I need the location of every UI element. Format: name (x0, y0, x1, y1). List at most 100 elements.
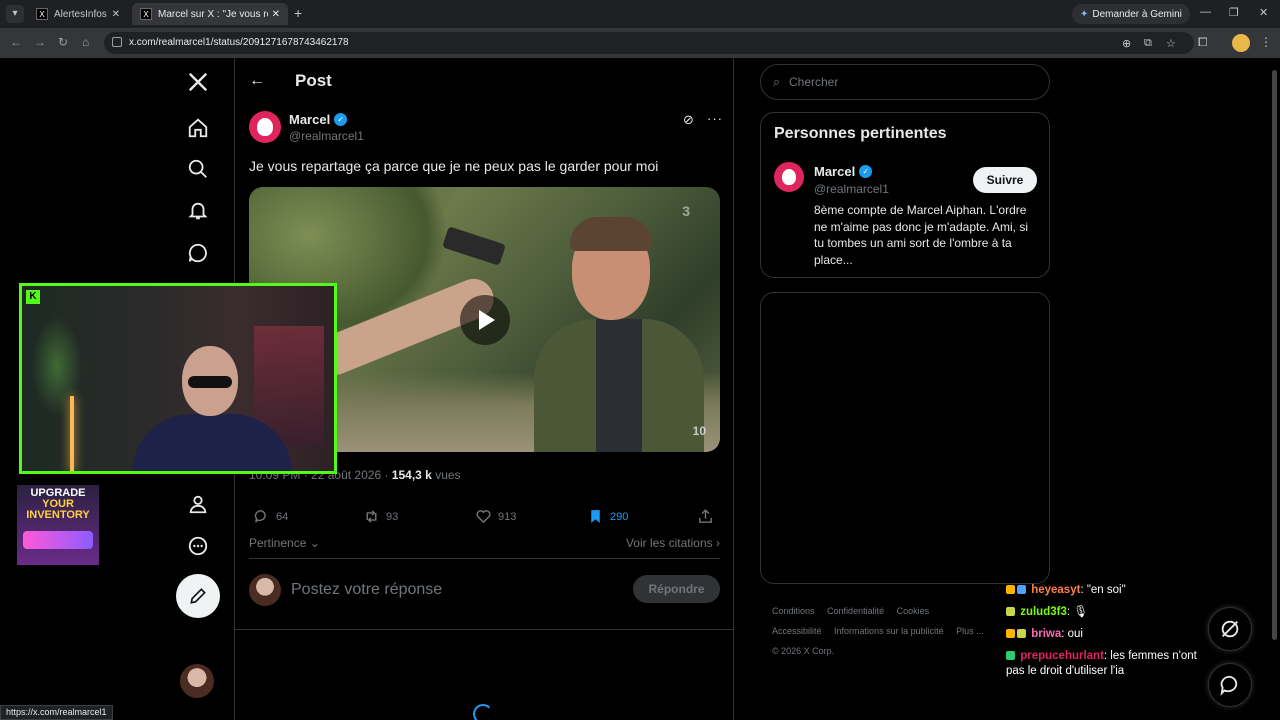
author-avatar[interactable] (249, 111, 281, 143)
footer-link[interactable]: Plus ... (956, 626, 984, 636)
tab-title: Marcel sur X : "Je vous repartag (158, 8, 268, 20)
repost-icon (366, 510, 377, 523)
post-more-icon[interactable]: ··· (707, 111, 723, 126)
person-avatar[interactable] (774, 162, 804, 192)
promo-banner: UPGRADE YOUR INVENTORY (17, 485, 99, 565)
address-bar[interactable]: x.com/realmarcel1/status/209127167874346… (104, 32, 1194, 54)
tab-search-button[interactable]: ▾ (6, 5, 24, 23)
sort-dropdown[interactable]: Pertinence ⌄ (249, 536, 320, 550)
x-favicon-icon: X (140, 8, 152, 20)
account-avatar[interactable] (180, 664, 214, 698)
post-actions: 64 93 913 290 (249, 508, 720, 528)
back-icon[interactable]: ← (10, 35, 22, 49)
author-name-text: Marcel (289, 112, 331, 127)
forward-icon[interactable]: → (34, 35, 46, 49)
site-info-icon[interactable] (112, 37, 122, 47)
chat-username: prepucehurlant (1020, 650, 1104, 662)
footer-link[interactable]: Confidentialité (827, 606, 884, 616)
sidebar-footer: Conditions Confidentialité Cookies Acces… (772, 601, 1022, 661)
notifications-icon[interactable] (182, 195, 214, 227)
chrome-menu-icon[interactable]: ⋮ (1260, 35, 1272, 49)
grok-floating-button[interactable] (1208, 607, 1252, 651)
chat-message: heyeasyt: "en soi" (1006, 583, 1206, 598)
status-url: https://x.com/realmarcel1 (0, 705, 113, 720)
like-action[interactable]: 913 (475, 508, 516, 525)
share-action[interactable] (697, 508, 714, 525)
chat-badge-icon (1017, 585, 1026, 594)
extensions-icon[interactable]: ⧠ (1198, 35, 1208, 50)
reply-button[interactable]: Répondre (633, 575, 720, 603)
profile-icon[interactable] (182, 488, 214, 520)
compose-icon (190, 588, 206, 604)
chat-username: heyeasyt (1031, 584, 1081, 596)
back-arrow-icon[interactable]: ← (249, 72, 265, 90)
chat-text: : (1066, 606, 1071, 618)
profile-avatar[interactable] (1232, 34, 1250, 52)
reply-input[interactable]: Postez votre réponse (291, 581, 442, 599)
author-name[interactable]: Marcel ✓ (289, 112, 348, 127)
weapon-image (23, 531, 93, 549)
chat-message: zulud3f3: 🎙 (1006, 605, 1206, 620)
bookmark-star-icon[interactable]: ☆ (1166, 37, 1176, 50)
ask-gemini-button[interactable]: ✦ Demander à Gemini (1072, 4, 1190, 24)
bookmark-icon (591, 510, 600, 523)
divider (235, 629, 733, 630)
reply-action[interactable]: 64 (253, 508, 288, 525)
reload-icon[interactable]: ↻ (58, 35, 68, 49)
footer-link[interactable]: Conditions (772, 606, 815, 616)
footer-link[interactable]: Cookies (897, 606, 930, 616)
close-tab-icon[interactable]: ✕ (112, 9, 120, 20)
chevron-down-icon: ⌄ (309, 536, 320, 550)
zoom-icon[interactable]: ⊕ (1122, 37, 1131, 50)
search-input[interactable]: ⌕ Chercher (760, 64, 1050, 100)
repost-action[interactable]: 93 (363, 508, 398, 525)
reply-icon (254, 510, 266, 523)
views-count: 154,3 k (391, 468, 432, 482)
grok-icon[interactable]: ⊘ (683, 112, 694, 128)
compose-post-button[interactable] (176, 574, 220, 618)
follow-button[interactable]: Suivre (973, 167, 1037, 193)
close-window-icon[interactable]: ✕ (1259, 6, 1268, 19)
x-favicon-icon: X (36, 8, 48, 20)
like-count: 913 (498, 510, 517, 523)
messages-icon[interactable] (182, 237, 214, 269)
home-browser-icon[interactable]: ⌂ (82, 35, 89, 49)
footer-link[interactable]: Informations sur la publicité (834, 626, 944, 636)
bookmark-action[interactable]: 290 (587, 508, 628, 525)
chat-text: : "en soi" (1080, 584, 1126, 596)
play-icon (479, 310, 495, 330)
search-placeholder: Chercher (789, 75, 839, 89)
close-tab-icon[interactable]: ✕ (272, 9, 280, 20)
chat-badge-icon (1006, 651, 1015, 660)
reply-avatar (249, 574, 281, 606)
minimize-icon[interactable]: — (1200, 6, 1211, 18)
person-handle[interactable]: @realmarcel1 (814, 182, 889, 196)
chevron-right-icon: › (716, 536, 720, 550)
divider (249, 558, 720, 559)
post-text: Je vous repartage ça parce que je ne peu… (249, 158, 659, 174)
bookmark-count: 290 (610, 510, 629, 523)
heart-icon (476, 510, 491, 524)
browser-tab-alertesinfos[interactable]: X AlertesInfos sur ✕ (28, 3, 128, 25)
x-logo-icon[interactable] (182, 66, 214, 98)
person-name[interactable]: Marcel ✓ (814, 164, 873, 179)
author-handle[interactable]: @realmarcel1 (289, 129, 364, 143)
trends-card-placeholder (760, 292, 1050, 584)
home-icon[interactable] (182, 112, 214, 144)
messages-floating-button[interactable] (1208, 663, 1252, 707)
play-button[interactable] (460, 295, 510, 345)
sort-label: Pertinence (249, 536, 307, 550)
more-icon[interactable] (182, 530, 214, 562)
streamer-webcam: K (19, 283, 337, 474)
page-scrollbar[interactable] (1272, 70, 1277, 640)
restore-icon[interactable]: ❐ (1229, 6, 1239, 19)
footer-link[interactable]: Accessibilité (772, 626, 822, 636)
address-url[interactable]: x.com/realmarcel1/status/209127167874346… (129, 37, 349, 48)
install-app-icon[interactable]: ⧉ (1144, 37, 1152, 50)
chat-message: prepucehurlant: les femmes n'ont pas le … (1006, 649, 1206, 679)
search-icon[interactable] (182, 153, 214, 185)
browser-tab-marcel[interactable]: X Marcel sur X : "Je vous repartag ✕ (132, 3, 288, 25)
see-quotes-link[interactable]: Voir les citations › (626, 536, 720, 550)
new-tab-button[interactable]: + (294, 5, 302, 21)
page-title: Post (295, 71, 332, 90)
